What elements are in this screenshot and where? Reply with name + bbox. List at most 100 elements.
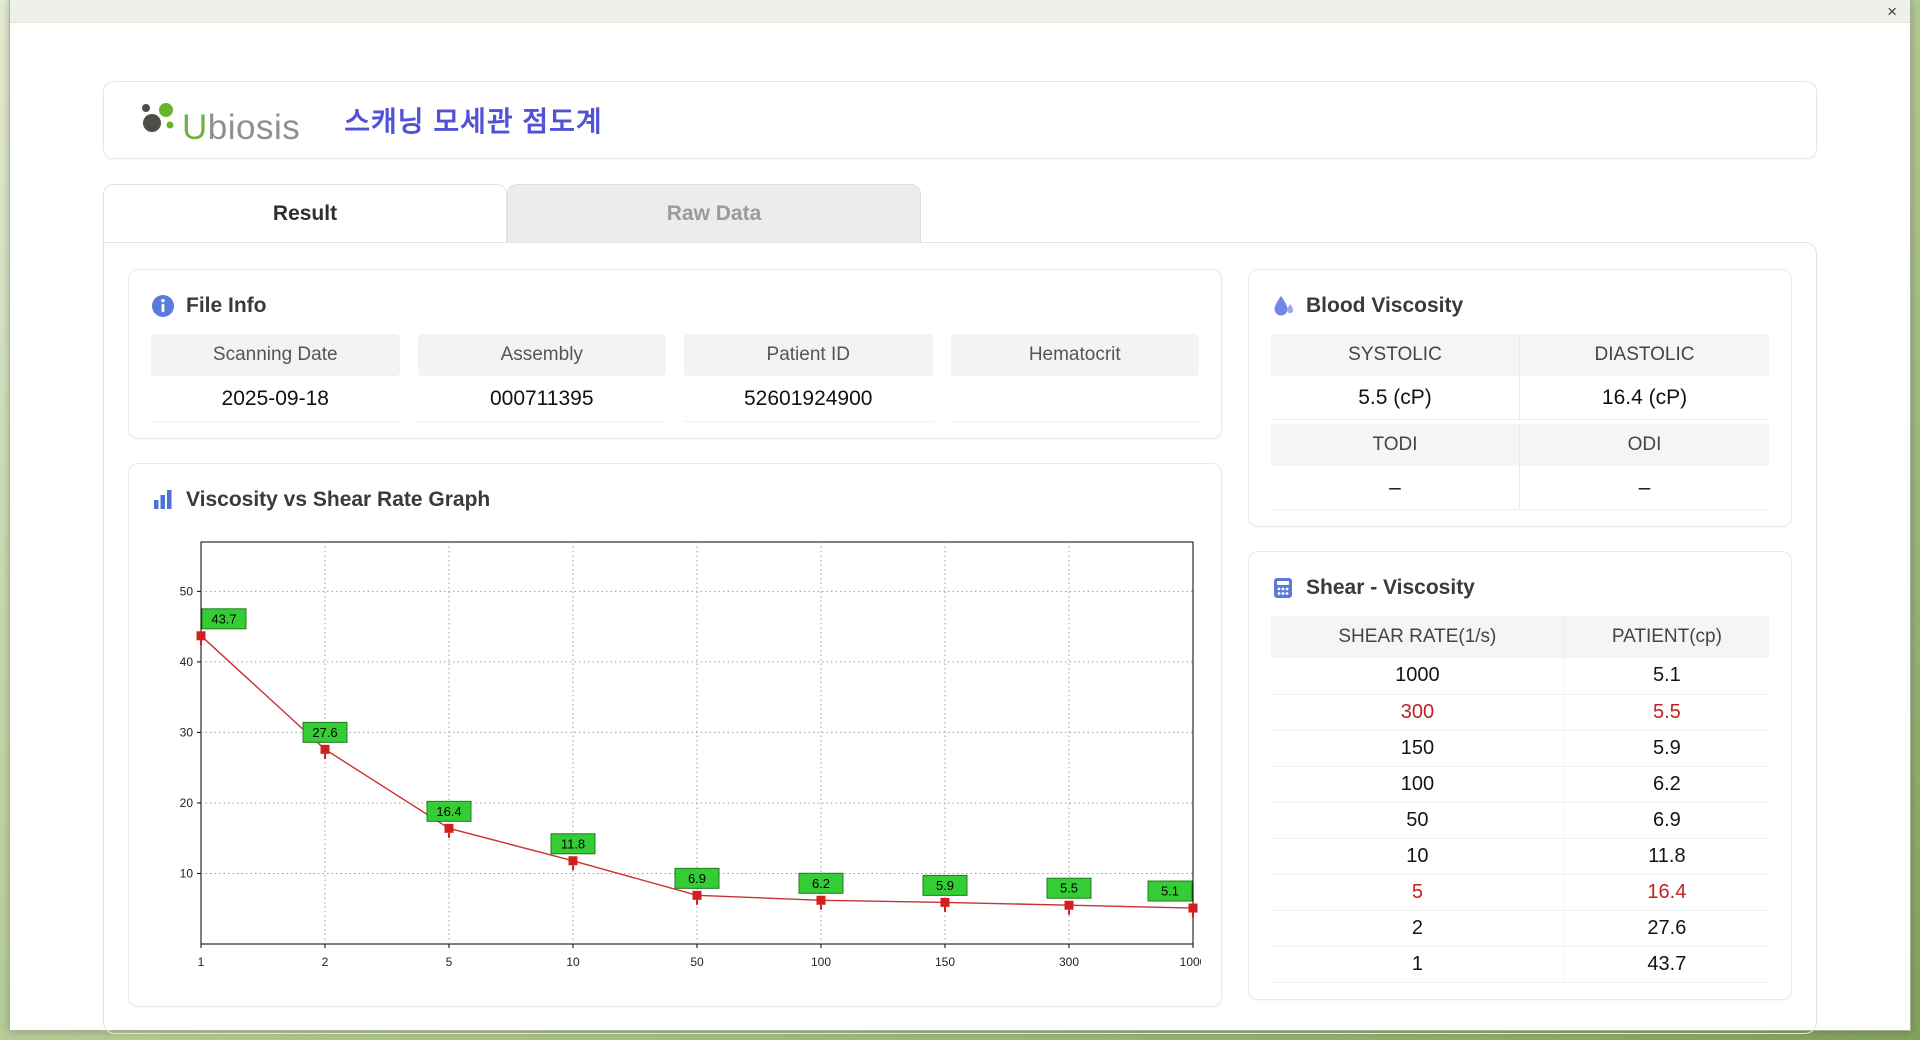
svg-text:11.8: 11.8 — [561, 836, 585, 851]
close-icon[interactable]: × — [1887, 3, 1897, 20]
svg-text:1000: 1000 — [1180, 955, 1201, 969]
patient-cell: 6.2 — [1564, 766, 1769, 803]
diastolic-value: 16.4 (cP) — [1520, 376, 1769, 420]
svg-text:100: 100 — [811, 955, 831, 969]
calculator-icon — [1271, 576, 1295, 600]
patient-cell: 6.9 — [1564, 802, 1769, 839]
header-card: Ubiosis 스캐닝 모세관 점도계 — [103, 81, 1817, 159]
tab-raw-data[interactable]: Raw Data — [507, 184, 921, 242]
svg-text:5: 5 — [446, 955, 453, 969]
patient-cell: 5.1 — [1564, 658, 1769, 695]
field-scanning-date-label: Scanning Date — [151, 334, 400, 376]
tab-bar: Result Raw Data — [103, 184, 1817, 242]
shear-rate-cell: 5 — [1271, 874, 1565, 911]
svg-text:27.6: 27.6 — [312, 725, 337, 740]
shear-rate-cell: 2 — [1271, 910, 1565, 947]
shear-rate-cell: 50 — [1271, 802, 1565, 839]
shear-viscosity-header: Shear - Viscosity — [1271, 568, 1769, 608]
field-scanning-date-value: 2025-09-18 — [151, 376, 400, 422]
svg-text:10: 10 — [566, 955, 580, 969]
shear-viscosity-card: Shear - Viscosity SHEAR RATE(1/s) PATIEN… — [1248, 551, 1792, 1000]
shear-viscosity-table: SHEAR RATE(1/s) PATIENT(cp) 1000 5.1 300 — [1271, 616, 1769, 983]
file-info-grid: Scanning Date Assembly Patient ID Hemato… — [151, 334, 1199, 422]
patient-cell: 5.9 — [1564, 730, 1769, 767]
svg-text:30: 30 — [180, 725, 194, 739]
field-patient-id-value: 52601924900 — [684, 376, 933, 422]
left-column: File Info Scanning Date Assembly Patient… — [128, 269, 1222, 1007]
odi-label: ODI — [1520, 424, 1769, 466]
info-icon — [151, 294, 175, 318]
app-window: × Ubiosis 스캐닝 모세관 점도계 Result Raw Data Fi… — [9, 0, 1911, 1034]
logo-leaves-icon — [138, 96, 178, 145]
app-logo: Ubiosis — [138, 96, 300, 145]
shear-rate-column-header: SHEAR RATE(1/s) — [1271, 616, 1565, 658]
svg-text:5.5: 5.5 — [1060, 881, 1078, 896]
svg-text:2: 2 — [322, 955, 329, 969]
table-row: 2 27.6 — [1271, 910, 1769, 947]
todi-label: TODI — [1271, 424, 1520, 466]
svg-text:1: 1 — [198, 955, 205, 969]
patient-cell: 11.8 — [1564, 838, 1769, 875]
shear-viscosity-title: Shear - Viscosity — [1306, 576, 1475, 599]
shear-rate-cell: 100 — [1271, 766, 1565, 803]
table-row: 150 5.9 — [1271, 730, 1769, 767]
right-column: Blood Viscosity SYSTOLIC DIASTOLIC 5.5 (… — [1248, 269, 1792, 1007]
svg-text:6.9: 6.9 — [688, 871, 706, 886]
blood-viscosity-card: Blood Viscosity SYSTOLIC DIASTOLIC 5.5 (… — [1248, 269, 1792, 527]
svg-text:300: 300 — [1059, 955, 1079, 969]
field-assembly-value: 000711395 — [417, 376, 666, 422]
page-title: 스캐닝 모세관 점도계 — [344, 106, 603, 137]
odi-value: – — [1520, 466, 1769, 510]
file-info-header: File Info — [151, 286, 1199, 326]
svg-text:5.9: 5.9 — [936, 878, 954, 893]
chart-area: 10 20 30 40 50 1 2 5 10 50 100 150 300 1000 43.7 27.6 16… — [151, 530, 1207, 990]
svg-text:5.1: 5.1 — [1161, 884, 1179, 899]
field-hematocrit-label: Hematocrit — [950, 334, 1199, 376]
bar-chart-icon — [151, 488, 175, 512]
droplet-icon — [1271, 294, 1295, 318]
shear-rate-cell: 150 — [1271, 730, 1565, 767]
patient-cell: 5.5 — [1564, 694, 1769, 731]
graph-header: Viscosity vs Shear Rate Graph — [151, 480, 1199, 520]
svg-text:20: 20 — [180, 796, 194, 810]
svg-text:43.7: 43.7 — [211, 611, 236, 626]
table-header-row: SHEAR RATE(1/s) PATIENT(cp) — [1271, 616, 1769, 658]
svg-text:50: 50 — [690, 955, 704, 969]
file-info-title: File Info — [186, 294, 267, 317]
graph-title: Viscosity vs Shear Rate Graph — [186, 488, 491, 511]
patient-cell: 16.4 — [1564, 874, 1769, 911]
titlebar: × — [10, 0, 1910, 23]
svg-text:150: 150 — [935, 955, 955, 969]
table-row: 10 11.8 — [1271, 838, 1769, 875]
todi-value: – — [1271, 466, 1520, 510]
field-patient-id-label: Patient ID — [684, 334, 933, 376]
svg-text:40: 40 — [180, 655, 194, 669]
field-assembly-label: Assembly — [417, 334, 666, 376]
viscosity-chart: 10 20 30 40 50 1 2 5 10 50 100 150 300 1000 43.7 27.6 16… — [180, 541, 1207, 969]
page-content: Ubiosis 스캐닝 모세관 점도계 Result Raw Data File… — [10, 23, 1910, 1034]
svg-text:16.4: 16.4 — [436, 804, 461, 819]
blood-viscosity-table: SYSTOLIC DIASTOLIC 5.5 (cP) 16.4 (cP) TO… — [1271, 334, 1769, 510]
field-hematocrit-value — [950, 376, 1199, 422]
shear-rate-cell: 10 — [1271, 838, 1565, 875]
blood-viscosity-title: Blood Viscosity — [1306, 294, 1464, 317]
patient-cell: 43.7 — [1564, 946, 1769, 983]
table-row: 300 5.5 — [1271, 694, 1769, 731]
svg-text:6.2: 6.2 — [812, 876, 830, 891]
results-panel: File Info Scanning Date Assembly Patient… — [103, 242, 1817, 1034]
patient-column-header: PATIENT(cp) — [1564, 616, 1769, 658]
systolic-label: SYSTOLIC — [1271, 334, 1520, 376]
tab-result[interactable]: Result — [103, 184, 507, 242]
table-row: 50 6.9 — [1271, 802, 1769, 839]
patient-cell: 27.6 — [1564, 910, 1769, 947]
shear-rate-cell: 1 — [1271, 946, 1565, 983]
table-row: 100 6.2 — [1271, 766, 1769, 803]
shear-rate-cell: 1000 — [1271, 658, 1565, 695]
table-row: 5 16.4 — [1271, 874, 1769, 911]
file-info-card: File Info Scanning Date Assembly Patient… — [128, 269, 1222, 439]
shear-rate-cell: 300 — [1271, 694, 1565, 731]
table-row: 1 43.7 — [1271, 946, 1769, 983]
svg-text:50: 50 — [180, 584, 194, 598]
diastolic-label: DIASTOLIC — [1520, 334, 1769, 376]
svg-text:10: 10 — [180, 866, 194, 880]
